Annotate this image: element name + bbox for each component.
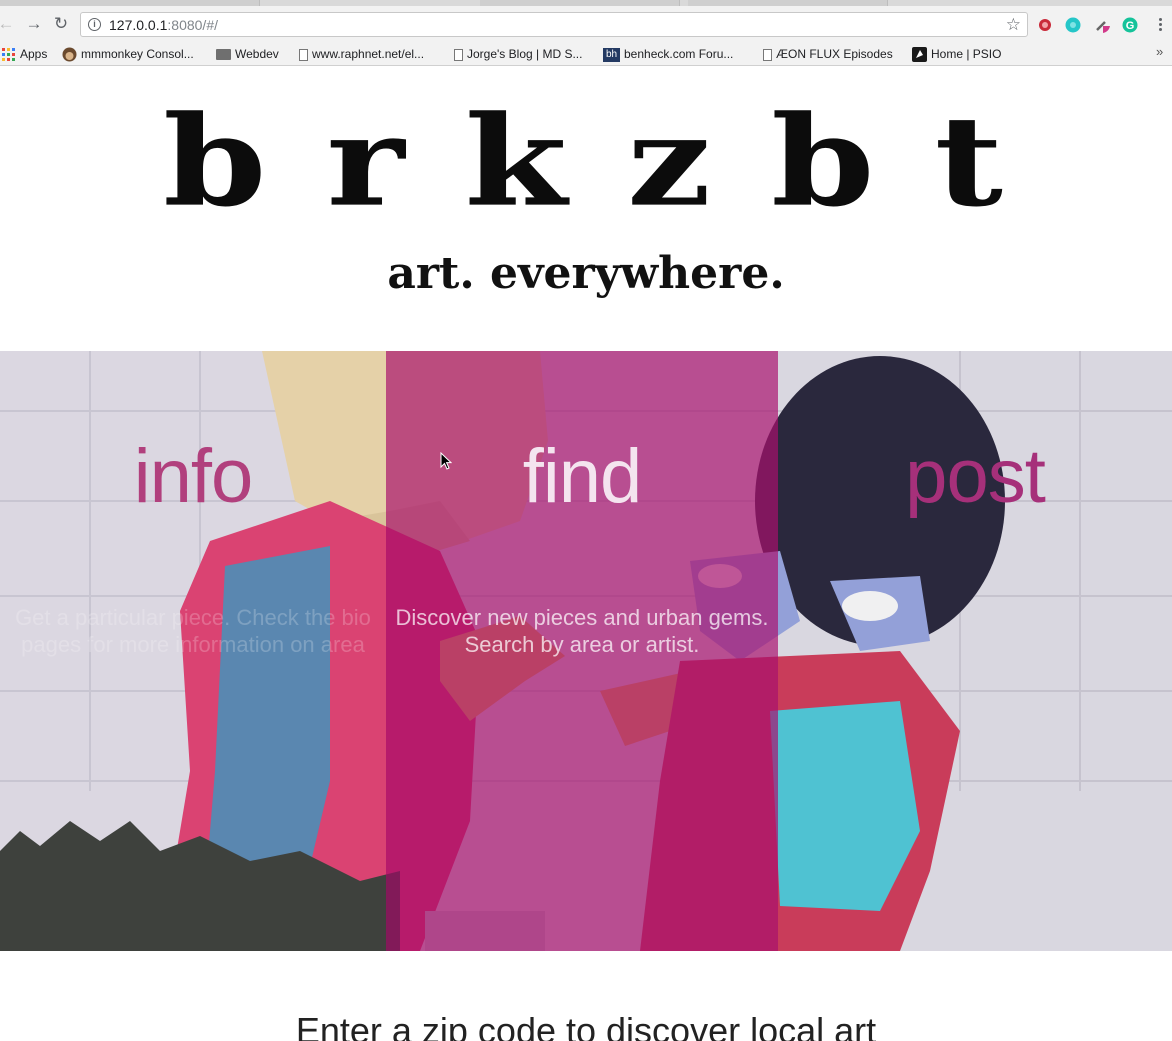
- browser-menu-icon[interactable]: [1152, 16, 1168, 34]
- site-logo: brkzbt: [0, 86, 1172, 236]
- logo-letter: z: [627, 87, 718, 235]
- find-panel-description: Discover new pieces and urban gems. Sear…: [395, 605, 769, 657]
- svg-text:G: G: [1126, 20, 1135, 32]
- bh-favicon: bh: [603, 47, 620, 62]
- forward-icon[interactable]: →: [24, 14, 44, 34]
- hero-mural: info Get a particular piece. Check the b…: [0, 351, 1172, 951]
- site-info-icon[interactable]: i: [88, 18, 101, 31]
- bookmark-benheck[interactable]: bh benheck.com Foru...: [603, 45, 733, 63]
- address-bar[interactable]: i 127.0.0.1:8080/#/ ☆: [80, 12, 1028, 37]
- site-tagline: art. everywhere.: [387, 248, 785, 299]
- bookmark-jorges-blog[interactable]: Jorge's Blog | MD S...: [454, 45, 582, 63]
- psio-favicon: [912, 47, 927, 63]
- info-panel-title[interactable]: info: [0, 433, 386, 520]
- apps-grid-icon: [2, 48, 15, 62]
- find-panel-title[interactable]: find: [386, 433, 778, 520]
- bookmarks-overflow-icon[interactable]: »: [1156, 44, 1163, 59]
- bookmarks-bar: Apps mmmonkey Consol... Webdev www.raphn…: [0, 42, 1172, 66]
- browser-toolbar: ← → ↻ i 127.0.0.1:8080/#/ ☆ G: [0, 6, 1172, 42]
- bookmark-apps[interactable]: Apps: [2, 45, 47, 63]
- logo-letter: k: [464, 87, 574, 235]
- bookmark-webdev-folder[interactable]: Webdev: [216, 45, 279, 63]
- info-panel-description: Get a particular piece. Check the bio pa…: [15, 605, 371, 657]
- logo-letter: t: [934, 87, 1009, 235]
- grammarly-extension-icon[interactable]: G: [1122, 17, 1138, 33]
- info-panel[interactable]: info Get a particular piece. Check the b…: [0, 351, 386, 951]
- ublock-extension-icon[interactable]: [1037, 17, 1053, 33]
- eyedropper-extension-icon[interactable]: [1094, 17, 1110, 33]
- zip-code-heading: Enter a zip code to discover local art: [295, 1010, 877, 1041]
- page-icon: [763, 48, 772, 61]
- bookmark-psio[interactable]: Home | PSIO: [912, 45, 1001, 63]
- page-icon: [299, 48, 308, 61]
- post-panel-title[interactable]: post: [778, 433, 1172, 520]
- logo-letter: b: [163, 87, 273, 235]
- teal-extension-icon[interactable]: [1065, 17, 1081, 33]
- bookmark-raphnet[interactable]: www.raphnet.net/el...: [299, 45, 424, 63]
- logo-letter: r: [326, 87, 411, 235]
- url-text[interactable]: 127.0.0.1:8080/#/: [109, 17, 218, 33]
- reload-icon[interactable]: ↻: [51, 14, 71, 34]
- page-icon: [454, 48, 463, 61]
- find-panel[interactable]: find Discover new pieces and urban gems.…: [386, 351, 778, 951]
- bookmark-star-icon[interactable]: ☆: [1006, 15, 1021, 35]
- mouse-cursor-icon: [440, 452, 452, 470]
- monkey-favicon: [62, 47, 77, 62]
- bookmark-aeon-flux[interactable]: ÆON FLUX Episodes: [763, 45, 893, 63]
- back-icon[interactable]: ←: [0, 14, 16, 34]
- bookmark-mmmonkey[interactable]: mmmonkey Consol...: [62, 45, 194, 63]
- logo-letter: b: [771, 87, 881, 235]
- folder-icon: [216, 49, 231, 61]
- post-panel[interactable]: post: [778, 351, 1172, 951]
